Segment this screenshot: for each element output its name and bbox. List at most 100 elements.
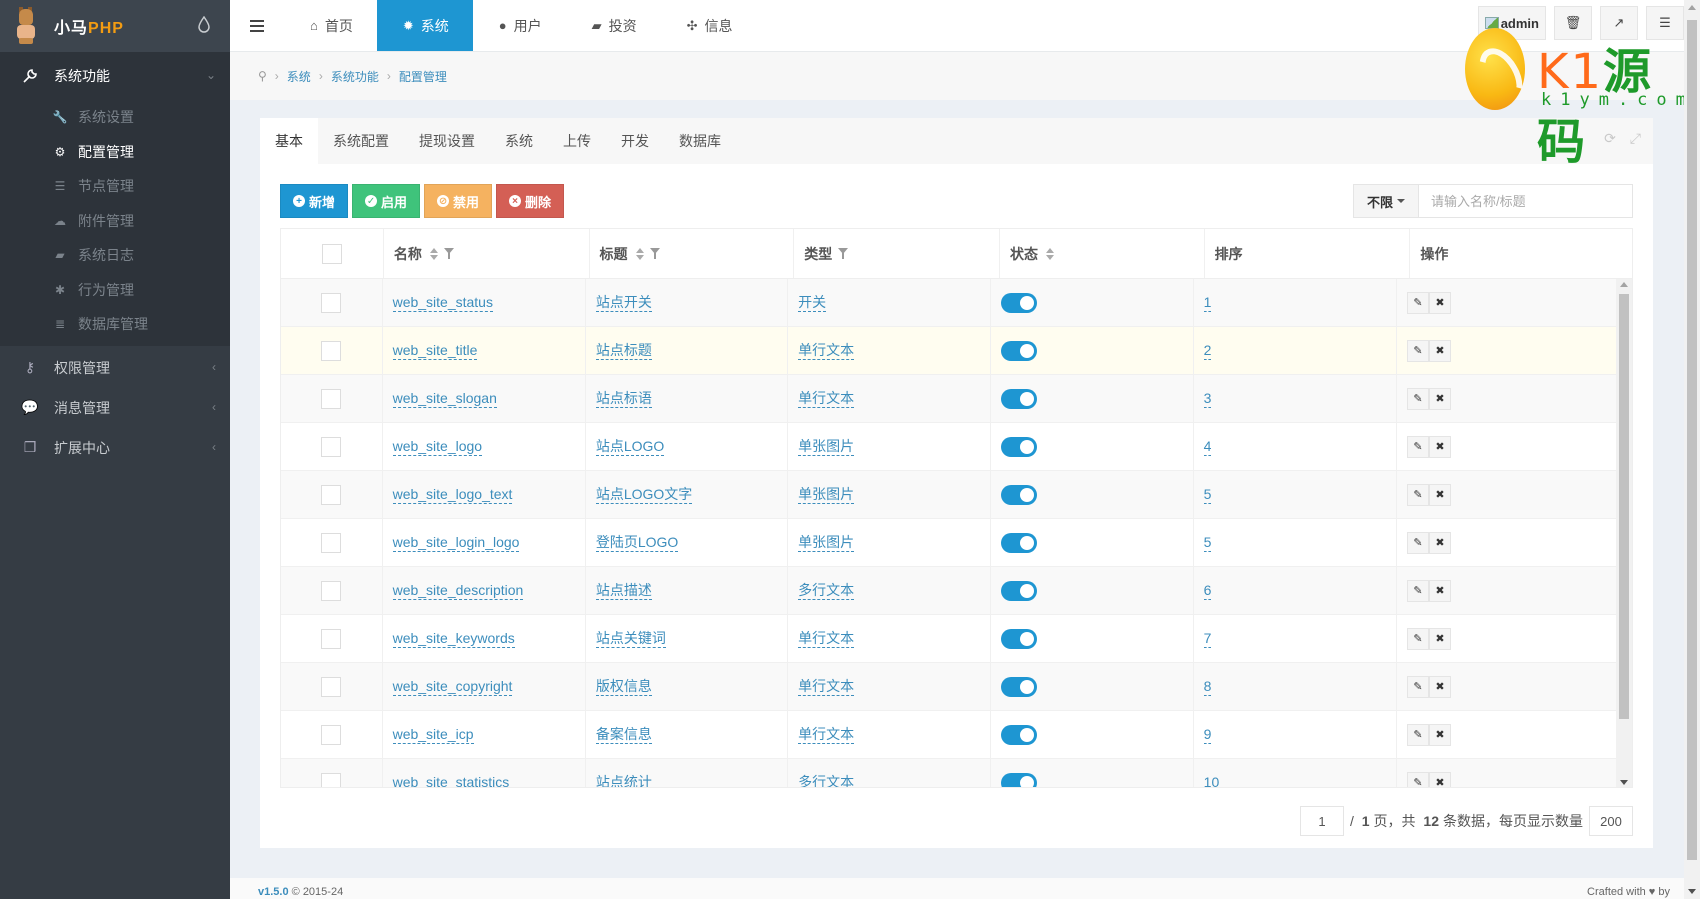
nav-tab-invest[interactable]: ▰ 投资 xyxy=(566,0,661,51)
search-input[interactable] xyxy=(1419,184,1633,218)
add-button[interactable]: + 新增 xyxy=(280,184,349,218)
sort-order-link[interactable]: 3 xyxy=(1203,389,1212,408)
menu-head-system-functions[interactable]: 系统功能 ⌄ xyxy=(0,52,230,100)
delete-x-icon[interactable]: ✖ xyxy=(1428,339,1451,362)
status-toggle[interactable] xyxy=(1001,676,1038,697)
row-checkbox[interactable] xyxy=(321,772,342,787)
edit-pencil-icon[interactable]: ✎ xyxy=(1406,483,1429,506)
table-row[interactable]: web_site_icp 备案信息 单行文本 9 ✎ ✖ xyxy=(281,711,1616,759)
config-type-link[interactable]: 单张图片 xyxy=(798,533,855,552)
config-title-link[interactable]: 站点统计 xyxy=(596,773,652,787)
scroll-thumb[interactable] xyxy=(1619,294,1629,719)
config-type-link[interactable]: 单行文本 xyxy=(798,629,855,648)
edit-pencil-icon[interactable]: ✎ xyxy=(1406,531,1429,554)
scroll-up-icon[interactable] xyxy=(1620,282,1628,287)
table-scrollbar[interactable] xyxy=(1616,279,1632,787)
tab-system[interactable]: 系统 xyxy=(490,118,548,164)
delete-x-icon[interactable]: ✖ xyxy=(1428,435,1451,458)
fullscreen-icon[interactable]: ⤢ xyxy=(1630,130,1641,147)
edit-pencil-icon[interactable]: ✎ xyxy=(1406,627,1429,650)
table-row[interactable]: web_site_statistics 站点统计 多行文本 10 ✎ ✖ xyxy=(281,759,1616,787)
status-toggle[interactable] xyxy=(1001,484,1038,505)
config-name-link[interactable]: web_site_statistics xyxy=(393,773,510,787)
status-toggle[interactable] xyxy=(1001,532,1038,553)
config-type-link[interactable]: 单张图片 xyxy=(798,485,855,504)
sort-order-link[interactable]: 9 xyxy=(1203,725,1212,744)
scroll-up-icon[interactable] xyxy=(1688,5,1696,10)
disable-button[interactable]: ⊘ 禁用 xyxy=(424,184,493,218)
nav-tab-info[interactable]: ✣ 信息 xyxy=(661,0,757,51)
delete-x-icon[interactable]: ✖ xyxy=(1428,291,1451,314)
filter-icon[interactable] xyxy=(649,247,660,260)
config-title-link[interactable]: 备案信息 xyxy=(595,725,652,744)
sort-order-link[interactable]: 5 xyxy=(1203,533,1212,552)
sidebar-item-node-management[interactable]: ☰ 节点管理 xyxy=(0,169,230,204)
breadcrumb-item[interactable]: 配置管理 xyxy=(399,68,447,85)
edit-pencil-icon[interactable]: ✎ xyxy=(1406,579,1429,602)
config-type-link[interactable]: 多行文本 xyxy=(798,773,854,787)
nav-tab-user[interactable]: ● 用户 xyxy=(473,0,566,51)
config-name-link[interactable]: web_site_slogan xyxy=(392,389,497,408)
table-row[interactable]: web_site_logo 站点LOGO 单张图片 4 ✎ ✖ xyxy=(281,423,1616,471)
row-checkbox[interactable] xyxy=(321,436,342,457)
menu-head-extensions[interactable]: ❒ 扩展中心 ‹ xyxy=(0,428,230,468)
sort-order-link[interactable]: 2 xyxy=(1203,341,1212,360)
config-type-link[interactable]: 单行文本 xyxy=(798,677,855,696)
config-name-link[interactable]: web_site_keywords xyxy=(392,629,515,648)
table-row[interactable]: web_site_slogan 站点标语 单行文本 3 ✎ ✖ xyxy=(281,375,1616,423)
scroll-down-icon[interactable] xyxy=(1620,780,1628,785)
sort-order-link[interactable]: 5 xyxy=(1203,485,1212,504)
sort-order-link[interactable]: 7 xyxy=(1203,629,1212,648)
row-checkbox[interactable] xyxy=(321,628,342,649)
sort-icon[interactable] xyxy=(1045,247,1054,260)
edit-pencil-icon[interactable]: ✎ xyxy=(1406,723,1429,746)
edit-pencil-icon[interactable]: ✎ xyxy=(1406,771,1429,787)
config-name-link[interactable]: web_site_status xyxy=(392,293,493,312)
delete-x-icon[interactable]: ✖ xyxy=(1428,675,1451,698)
table-row[interactable]: web_site_title 站点标题 单行文本 2 ✎ ✖ xyxy=(281,327,1616,375)
tab-develop[interactable]: 开发 xyxy=(606,118,664,164)
row-checkbox[interactable] xyxy=(321,340,342,361)
edit-pencil-icon[interactable]: ✎ xyxy=(1406,291,1429,314)
row-checkbox[interactable] xyxy=(321,484,342,505)
sort-icon[interactable] xyxy=(635,247,644,260)
row-checkbox[interactable] xyxy=(321,724,342,745)
breadcrumb-item[interactable]: 系统 xyxy=(287,68,311,85)
edit-pencil-icon[interactable]: ✎ xyxy=(1406,339,1429,362)
status-toggle[interactable] xyxy=(1001,772,1038,787)
sidebar-item-attachment-management[interactable]: ☁ 附件管理 xyxy=(0,204,230,239)
sidebar-item-database-management[interactable]: ≣ 数据库管理 xyxy=(0,307,230,342)
status-toggle[interactable] xyxy=(1001,388,1038,409)
sort-order-link[interactable]: 1 xyxy=(1203,293,1212,312)
table-row[interactable]: web_site_logo_text 站点LOGO文字 单张图片 5 ✎ ✖ xyxy=(281,471,1616,519)
menu-head-permissions[interactable]: ⚷ 权限管理 ‹ xyxy=(0,348,230,388)
config-type-link[interactable]: 单行文本 xyxy=(798,725,855,744)
table-row[interactable]: web_site_description 站点描述 多行文本 6 ✎ ✖ xyxy=(281,567,1616,615)
status-toggle[interactable] xyxy=(1001,436,1038,457)
delete-x-icon[interactable]: ✖ xyxy=(1428,483,1451,506)
refresh-icon[interactable]: ⟳ xyxy=(1604,130,1616,147)
table-row[interactable]: web_site_status 站点开关 开关 1 ✎ ✖ xyxy=(281,279,1616,327)
config-title-link[interactable]: 站点描述 xyxy=(595,581,652,600)
delete-x-icon[interactable]: ✖ xyxy=(1428,627,1451,650)
edit-pencil-icon[interactable]: ✎ xyxy=(1406,387,1429,410)
filter-icon[interactable] xyxy=(838,247,849,260)
tab-database[interactable]: 数据库 xyxy=(664,118,736,164)
status-toggle[interactable] xyxy=(1001,580,1038,601)
user-menu-button[interactable]: admin xyxy=(1477,6,1546,40)
row-checkbox[interactable] xyxy=(321,676,342,697)
config-type-link[interactable]: 单行文本 xyxy=(798,389,855,408)
filter-icon[interactable] xyxy=(443,247,454,260)
enable-button[interactable]: ✓ 启用 xyxy=(352,184,421,218)
delete-x-icon[interactable]: ✖ xyxy=(1428,387,1451,410)
sidebar-item-system-settings[interactable]: 🔧 系统设置 xyxy=(0,100,230,135)
right-panel-toggle-button[interactable]: ☰ xyxy=(1646,6,1684,40)
scroll-down-icon[interactable] xyxy=(1688,889,1696,894)
table-row[interactable]: web_site_keywords 站点关键词 单行文本 7 ✎ ✖ xyxy=(281,615,1616,663)
status-toggle[interactable] xyxy=(1001,724,1038,745)
clear-cache-button[interactable]: 🗑 xyxy=(1554,6,1592,40)
delete-x-icon[interactable]: ✖ xyxy=(1428,579,1451,602)
config-name-link[interactable]: web_site_copyright xyxy=(392,677,513,696)
delete-x-icon[interactable]: ✖ xyxy=(1428,531,1451,554)
config-title-link[interactable]: 版权信息 xyxy=(595,677,652,696)
